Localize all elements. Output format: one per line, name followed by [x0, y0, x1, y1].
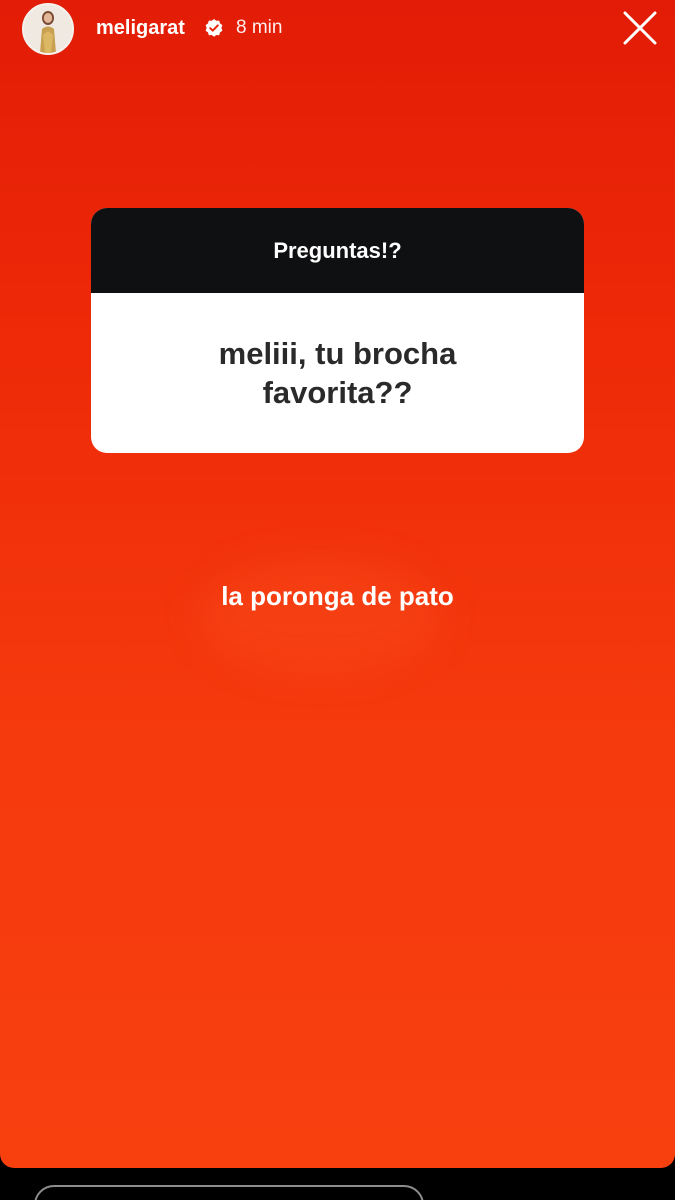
- question-sticker[interactable]: Preguntas!? meliii, tu brocha favorita??: [91, 208, 584, 453]
- story-canvas[interactable]: meligarat 8 min Preguntas!? meliii, tu b…: [0, 0, 675, 1168]
- reply-input[interactable]: [34, 1185, 424, 1200]
- verified-badge-icon: [205, 19, 223, 37]
- question-sticker-body: meliii, tu brocha favorita??: [91, 293, 584, 453]
- username[interactable]: meligarat: [96, 16, 185, 40]
- background-blur-shape: [200, 560, 440, 670]
- avatar-image: [24, 5, 72, 53]
- story-viewer: meligarat 8 min Preguntas!? meliii, tu b…: [0, 0, 675, 1200]
- question-sticker-title: Preguntas!?: [273, 237, 402, 263]
- answer-text: la poronga de pato: [221, 581, 454, 611]
- question-sticker-header: Preguntas!?: [91, 208, 584, 293]
- post-time: 8 min: [236, 17, 283, 38]
- profile-avatar[interactable]: [22, 3, 74, 55]
- question-text: meliii, tu brocha favorita??: [218, 336, 457, 410]
- story-header: meligarat 8 min: [0, 0, 675, 60]
- close-icon[interactable]: [620, 8, 660, 48]
